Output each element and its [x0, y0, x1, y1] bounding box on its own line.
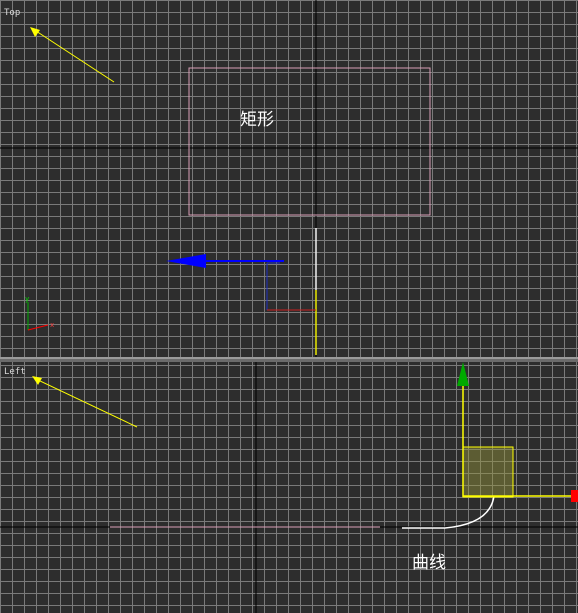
light-direction-icon	[30, 27, 115, 83]
left-viewport-canvas[interactable]	[0, 362, 578, 613]
curve-shape	[402, 495, 495, 529]
transform-gizmo-icon	[166, 228, 317, 355]
axis-tripod-icon: y x	[25, 295, 54, 331]
transform-gizmo-icon	[457, 362, 578, 502]
rectangle-label: 矩形	[240, 110, 274, 130]
svg-text:x: x	[50, 321, 54, 329]
light-direction-icon	[32, 376, 138, 428]
curve-label: 曲线	[412, 553, 446, 573]
svg-text:y: y	[25, 295, 29, 303]
left-viewport[interactable]: Left 曲线	[0, 362, 578, 613]
rectangle-shape	[188, 67, 431, 216]
top-viewport[interactable]: Top y x 矩形	[0, 0, 578, 359]
top-viewport-canvas[interactable]: y x	[0, 0, 578, 357]
